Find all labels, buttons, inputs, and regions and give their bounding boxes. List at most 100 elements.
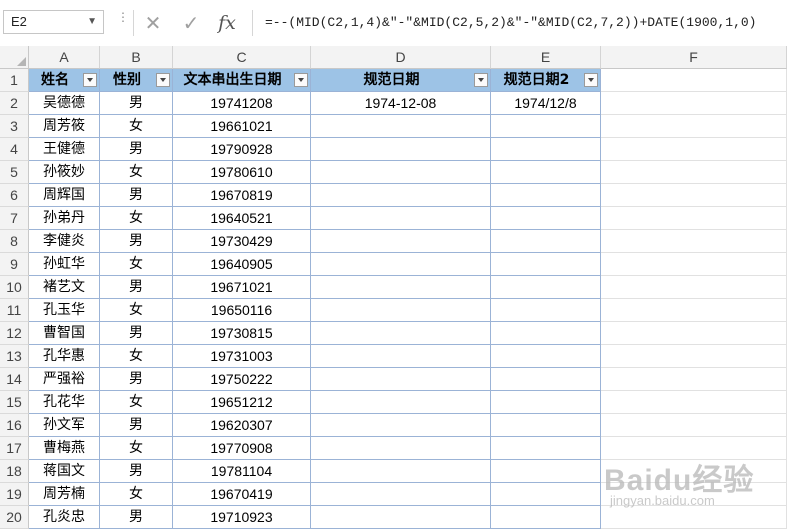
table-cell[interactable]: 19651212: [173, 391, 311, 414]
table-cell[interactable]: 女: [100, 437, 173, 460]
filter-dropdown-icon[interactable]: [83, 73, 97, 87]
table-cell[interactable]: 19710923: [173, 506, 311, 529]
row-header[interactable]: 10: [0, 276, 29, 299]
table-cell[interactable]: 19730815: [173, 322, 311, 345]
cell[interactable]: [601, 115, 787, 138]
cell[interactable]: [601, 161, 787, 184]
table-cell[interactable]: [311, 115, 491, 138]
table-header-cell[interactable]: 规范日期: [311, 69, 491, 92]
cell[interactable]: [601, 345, 787, 368]
table-cell[interactable]: [491, 115, 601, 138]
column-header-b[interactable]: B: [100, 46, 173, 69]
filter-dropdown-icon[interactable]: [156, 73, 170, 87]
chevron-down-icon[interactable]: ▼: [87, 11, 97, 33]
table-cell[interactable]: [491, 368, 601, 391]
table-cell[interactable]: [311, 368, 491, 391]
table-header-cell[interactable]: 性别: [100, 69, 173, 92]
table-cell[interactable]: 王健德: [29, 138, 100, 161]
cell[interactable]: [601, 368, 787, 391]
table-cell[interactable]: 女: [100, 253, 173, 276]
table-cell[interactable]: 19770908: [173, 437, 311, 460]
table-cell[interactable]: 孙弟丹: [29, 207, 100, 230]
row-header[interactable]: 5: [0, 161, 29, 184]
table-cell[interactable]: [491, 161, 601, 184]
table-cell[interactable]: [491, 253, 601, 276]
table-cell[interactable]: 1974-12-08: [311, 92, 491, 115]
table-cell[interactable]: [491, 299, 601, 322]
column-header-f[interactable]: F: [601, 46, 787, 69]
table-cell[interactable]: 19790928: [173, 138, 311, 161]
table-cell[interactable]: [491, 391, 601, 414]
table-cell[interactable]: [491, 483, 601, 506]
table-cell[interactable]: 19650116: [173, 299, 311, 322]
table-cell[interactable]: 19781104: [173, 460, 311, 483]
table-cell[interactable]: [311, 161, 491, 184]
table-cell[interactable]: [491, 138, 601, 161]
table-cell[interactable]: 女: [100, 345, 173, 368]
filter-dropdown-icon[interactable]: [294, 73, 308, 87]
filter-dropdown-icon[interactable]: [474, 73, 488, 87]
filter-dropdown-icon[interactable]: [584, 73, 598, 87]
row-header[interactable]: 6: [0, 184, 29, 207]
table-cell[interactable]: 女: [100, 161, 173, 184]
table-cell[interactable]: 19670419: [173, 483, 311, 506]
table-cell[interactable]: [311, 391, 491, 414]
table-cell[interactable]: [491, 506, 601, 529]
column-header-d[interactable]: D: [311, 46, 491, 69]
table-cell[interactable]: 19671021: [173, 276, 311, 299]
table-cell[interactable]: [311, 414, 491, 437]
row-header[interactable]: 19: [0, 483, 29, 506]
cell[interactable]: [601, 299, 787, 322]
row-header[interactable]: 2: [0, 92, 29, 115]
row-header[interactable]: 1: [0, 69, 29, 92]
name-box[interactable]: E2 ▼: [3, 10, 104, 34]
table-cell[interactable]: 女: [100, 483, 173, 506]
row-header[interactable]: 12: [0, 322, 29, 345]
table-cell[interactable]: [491, 437, 601, 460]
table-cell[interactable]: 孔炎忠: [29, 506, 100, 529]
table-cell[interactable]: [311, 483, 491, 506]
table-cell[interactable]: [491, 322, 601, 345]
table-cell[interactable]: 男: [100, 276, 173, 299]
table-cell[interactable]: 褚艺文: [29, 276, 100, 299]
row-header[interactable]: 13: [0, 345, 29, 368]
row-header[interactable]: 14: [0, 368, 29, 391]
table-cell[interactable]: 周芳筱: [29, 115, 100, 138]
cell[interactable]: [601, 322, 787, 345]
table-cell[interactable]: 男: [100, 368, 173, 391]
cell[interactable]: [601, 253, 787, 276]
row-header[interactable]: 18: [0, 460, 29, 483]
table-cell[interactable]: 孙文军: [29, 414, 100, 437]
cell[interactable]: [601, 391, 787, 414]
table-cell[interactable]: [491, 207, 601, 230]
table-cell[interactable]: [491, 460, 601, 483]
row-header[interactable]: 4: [0, 138, 29, 161]
row-header[interactable]: 16: [0, 414, 29, 437]
row-header[interactable]: 15: [0, 391, 29, 414]
column-header-c[interactable]: C: [173, 46, 311, 69]
table-cell[interactable]: [311, 322, 491, 345]
table-cell[interactable]: 男: [100, 460, 173, 483]
select-all-corner[interactable]: [0, 46, 29, 69]
table-cell[interactable]: 19750222: [173, 368, 311, 391]
table-cell[interactable]: [311, 138, 491, 161]
cell[interactable]: [601, 414, 787, 437]
table-cell[interactable]: 孔玉华: [29, 299, 100, 322]
table-cell[interactable]: 女: [100, 299, 173, 322]
row-header[interactable]: 17: [0, 437, 29, 460]
column-header-e[interactable]: E: [491, 46, 601, 69]
table-cell[interactable]: 男: [100, 230, 173, 253]
cell[interactable]: [601, 138, 787, 161]
row-header[interactable]: 11: [0, 299, 29, 322]
table-cell[interactable]: 1974/12/8: [491, 92, 601, 115]
cell[interactable]: [601, 184, 787, 207]
table-cell[interactable]: 19780610: [173, 161, 311, 184]
table-cell[interactable]: [491, 414, 601, 437]
table-cell[interactable]: 严强裕: [29, 368, 100, 391]
table-cell[interactable]: 男: [100, 184, 173, 207]
table-header-cell[interactable]: 规范日期2: [491, 69, 601, 92]
cell[interactable]: [601, 69, 787, 92]
cell[interactable]: [601, 276, 787, 299]
table-cell[interactable]: 男: [100, 322, 173, 345]
table-cell[interactable]: [311, 506, 491, 529]
